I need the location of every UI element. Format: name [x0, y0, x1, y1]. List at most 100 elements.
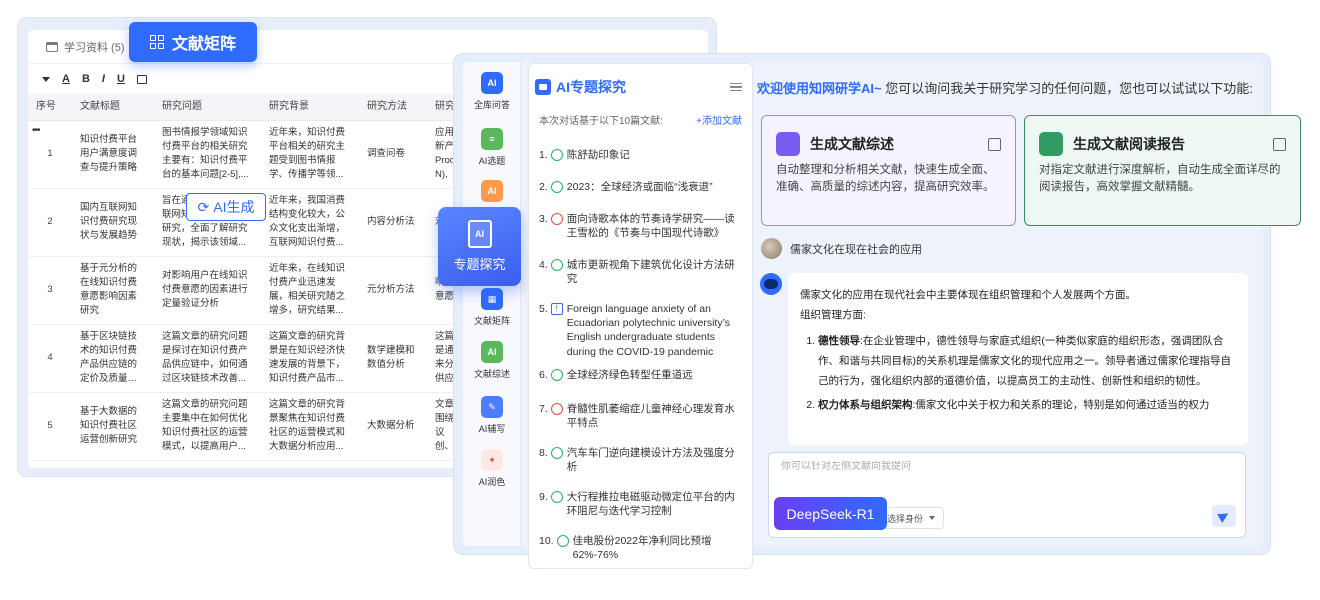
row-problem[interactable]: 这篇文章的研究问题主要集中在如何优化知识付费社区的运营模式，以提高用户... — [154, 392, 261, 461]
sidebar-item-write[interactable]: ✎ AI辅写 — [463, 396, 521, 435]
card-description: 对指定文献进行深度解析，自动生成全面详尽的阅读报告，高效掌握文献精髓。 — [1039, 164, 1281, 193]
row-background[interactable]: 近年来，在线知识付费产业迅速发展，相关研究随之增多，研究结果... — [261, 256, 359, 325]
identity-select[interactable]: 选择身份 — [878, 507, 945, 529]
row-problem[interactable]: 对影响用户在线知识付费意愿的因素进行定量验证分析 — [154, 256, 261, 325]
literature-item[interactable]: 8. 汽车车门逆向建模设计方法及强度分析 — [539, 446, 744, 474]
cnki-doc-icon — [550, 259, 563, 271]
add-literature-button[interactable]: +添加文献 — [696, 112, 742, 127]
literature-item-title: 城市更新视角下建筑优化设计方法研究 — [566, 259, 735, 286]
report-list-icon — [1039, 132, 1063, 156]
cnki-doc-icon — [550, 181, 563, 193]
generate-report-card[interactable]: 生成文献阅读报告 对指定文献进行深度解析，自动生成全面详尽的阅读报告，高效掌握文… — [1024, 115, 1301, 226]
literature-item-title: 面向诗歌本体的节奏诗学研究——读王雪松的《节奏与中国现代诗歌》 — [566, 213, 735, 240]
row-title[interactable]: 知识付费平台用户满意度调查与提升策略 — [72, 120, 154, 189]
literature-item[interactable]: 5.! Foreign language anxiety of an Ecuado… — [539, 302, 744, 359]
topic-doc-icon: AI — [467, 220, 492, 248]
row-problem[interactable]: 图书情报学领域知识付费平台的相关研究主要有：知识付费平台的基本问题[2-5],.… — [154, 120, 261, 189]
literature-item-title: 脊髓性肌萎缩症儿童神经心理发育水平特点 — [566, 403, 735, 430]
generate-review-card[interactable]: 生成文献综述 自动整理和分析相关文献，快速生成全面、准确、高质量的综述内容，提高… — [761, 115, 1016, 226]
row-method[interactable]: 内容分析法 — [359, 188, 427, 257]
literature-item-number: 6. — [539, 369, 548, 381]
row-background[interactable]: 这篇文章的研究背景是在知识经济快速发展的背景下，知识付费产品市... — [261, 324, 359, 393]
topic-select-icon: ≡ — [481, 128, 503, 150]
menu-icon[interactable] — [730, 81, 742, 94]
literature-item-number: 1. — [539, 149, 548, 161]
chat-input[interactable] — [781, 461, 1221, 472]
row-title[interactable]: 基于元分析的在线知识付费意愿影响因素研究 — [72, 256, 154, 325]
literature-item[interactable]: 7. 脊髓性肌萎缩症儿童神经心理发育水平特点 — [539, 402, 744, 430]
underline-button[interactable]: U — [117, 73, 125, 85]
image-icon[interactable] — [136, 74, 147, 84]
literature-item-title: 陈舒劼印象记 — [566, 149, 630, 161]
card-title: 生成文献阅读报告 — [1073, 136, 1185, 152]
sidebar-item-topic-explore[interactable]: AI 专题探究 — [438, 207, 521, 286]
matrix-badge[interactable]: 文献矩阵 — [129, 22, 257, 62]
literature-item-number: 8. — [539, 447, 548, 459]
literature-item-number: 3. — [539, 213, 548, 225]
sidebar-item-library-qa[interactable]: AI 全库问答 — [463, 72, 521, 111]
col-header-index[interactable]: 序号 — [28, 94, 72, 121]
sidebar-item-polish[interactable]: ✦ AI润色 — [463, 449, 521, 488]
row-method[interactable]: 元分析方法 — [359, 256, 427, 325]
sidebar-item-ai-topic[interactable]: ≡ AI选题 — [463, 128, 521, 167]
literature-item[interactable]: 1. 陈舒劼印象记 — [539, 148, 744, 162]
literature-item[interactable]: 9. 大行程推拉电磁驱动微定位平台的内环阻尼与迭代学习控制 — [539, 490, 744, 518]
sidebar-item-ai[interactable]: AI — [463, 180, 521, 206]
font-color-button[interactable]: A — [62, 73, 70, 85]
row-background[interactable]: 这篇文章的研究背景聚焦在知识付费社区的运营模式和大数据分析应用... — [261, 392, 359, 461]
tab-study-materials[interactable]: 学习资料 (5) — [64, 39, 125, 55]
more-icon[interactable]: ••• — [32, 123, 40, 138]
row-background[interactable]: 近年来，我国消费结构变化较大，公众文化支出渐增，互联网知识付费... — [261, 188, 359, 257]
sidebar: AI 全库问答 ≡ AI选题 AI ▦ 文献矩阵 AI 文献综述 ✎ AI辅写 … — [463, 62, 521, 546]
caret-down-icon[interactable] — [42, 76, 50, 82]
sidebar-item-label: AI选题 — [478, 156, 506, 166]
literature-panel-header: AI专题探究 — [529, 64, 752, 110]
welcome-rest: 您可以询问我关于研究学习的任何问题，您也可以试试以下功能: — [881, 81, 1253, 96]
literature-subtitle: 本次对话基于以下10篇文献: — [539, 115, 663, 127]
deepseek-model-badge[interactable]: DeepSeek-R1 — [774, 497, 887, 530]
literature-item[interactable]: 6. 全球经济绿色转型任重道远 — [539, 368, 744, 382]
printer-icon — [46, 41, 58, 52]
send-button[interactable] — [1212, 505, 1236, 527]
cnki-doc-icon — [550, 149, 563, 161]
row-background[interactable]: 近年来，知识付费平台相关的研究主题受到图书情报学、传播学等领... — [261, 120, 359, 189]
literature-item[interactable]: 10. 佳电股份2022年净利同比预增62%-76% — [539, 534, 744, 562]
italic-button[interactable]: I — [102, 73, 105, 85]
sidebar-item-review[interactable]: AI 文献综述 — [463, 341, 521, 380]
row-title[interactable]: 基于区块链技术的知识付费产品供应链的定价及质量决策研究 — [72, 324, 154, 393]
literature-item-title: 大行程推拉电磁驱动微定位平台的内环阻尼与迭代学习控制 — [566, 491, 735, 518]
row-title[interactable]: 国内互联网知识付费研究现状与发展趋势 — [72, 188, 154, 257]
row-title[interactable]: 基于大数据的知识付费社区运营创新研究 — [72, 392, 154, 461]
sidebar-item-label: 文献矩阵 — [473, 316, 510, 326]
sidebar-item-matrix[interactable]: ▦ 文献矩阵 — [463, 288, 521, 327]
cnki-doc-icon — [550, 491, 563, 503]
row-index: 3 — [28, 256, 72, 325]
sidebar-item-label: 文献综述 — [473, 369, 510, 379]
pdf-doc-icon — [550, 403, 563, 415]
literature-item[interactable]: 4. 城市更新视角下建筑优化设计方法研究 — [539, 258, 744, 286]
row-problem[interactable]: 这篇文章的研究问题是探讨在知识付费产品供应链中，如何通过区块链技术改善... — [154, 324, 261, 393]
matrix-icon: ▦ — [481, 288, 503, 310]
ai-generate-button[interactable]: ⟳ AI生成 — [186, 193, 266, 221]
col-header-method[interactable]: 研究方法 — [359, 94, 427, 121]
literature-item[interactable]: 2. 2023：全球经济或面临“浅衰退” — [539, 180, 744, 194]
topic-explore-label: 专题探究 — [453, 257, 506, 272]
col-header-title[interactable]: 文献标题 — [72, 94, 154, 121]
bold-button[interactable]: B — [82, 73, 90, 85]
edit-icon[interactable] — [1273, 137, 1286, 151]
literature-item-number: 4. — [539, 259, 548, 271]
literature-item-number: 5. — [539, 303, 548, 315]
col-header-background[interactable]: 研究背景 — [261, 94, 359, 121]
row-method[interactable]: 数学建模和数值分析 — [359, 324, 427, 393]
edit-icon[interactable] — [988, 137, 1001, 151]
foreign-doc-icon: ! — [550, 303, 563, 315]
literature-item[interactable]: 3. 面向诗歌本体的节奏诗学研究——读王雪松的《节奏与中国现代诗歌》 — [539, 212, 744, 240]
polish-icon: ✦ — [481, 449, 503, 471]
col-header-problem[interactable]: 研究问题 — [154, 94, 261, 121]
literature-item-number: 7. — [539, 403, 548, 415]
sidebar-item-label: 全库问答 — [473, 100, 510, 110]
row-method[interactable]: 大数据分析 — [359, 392, 427, 461]
welcome-text: 欢迎使用知网研学AI~ 您可以询问我关于研究学习的任何问题，您也可以试试以下功能… — [757, 78, 1253, 97]
list-item: 德性领导:在企业管理中，德性领导与家庭式组织(一种类似家庭的组织形态，强调团队合… — [818, 332, 1236, 392]
row-method[interactable]: 调查问卷 — [359, 120, 427, 189]
